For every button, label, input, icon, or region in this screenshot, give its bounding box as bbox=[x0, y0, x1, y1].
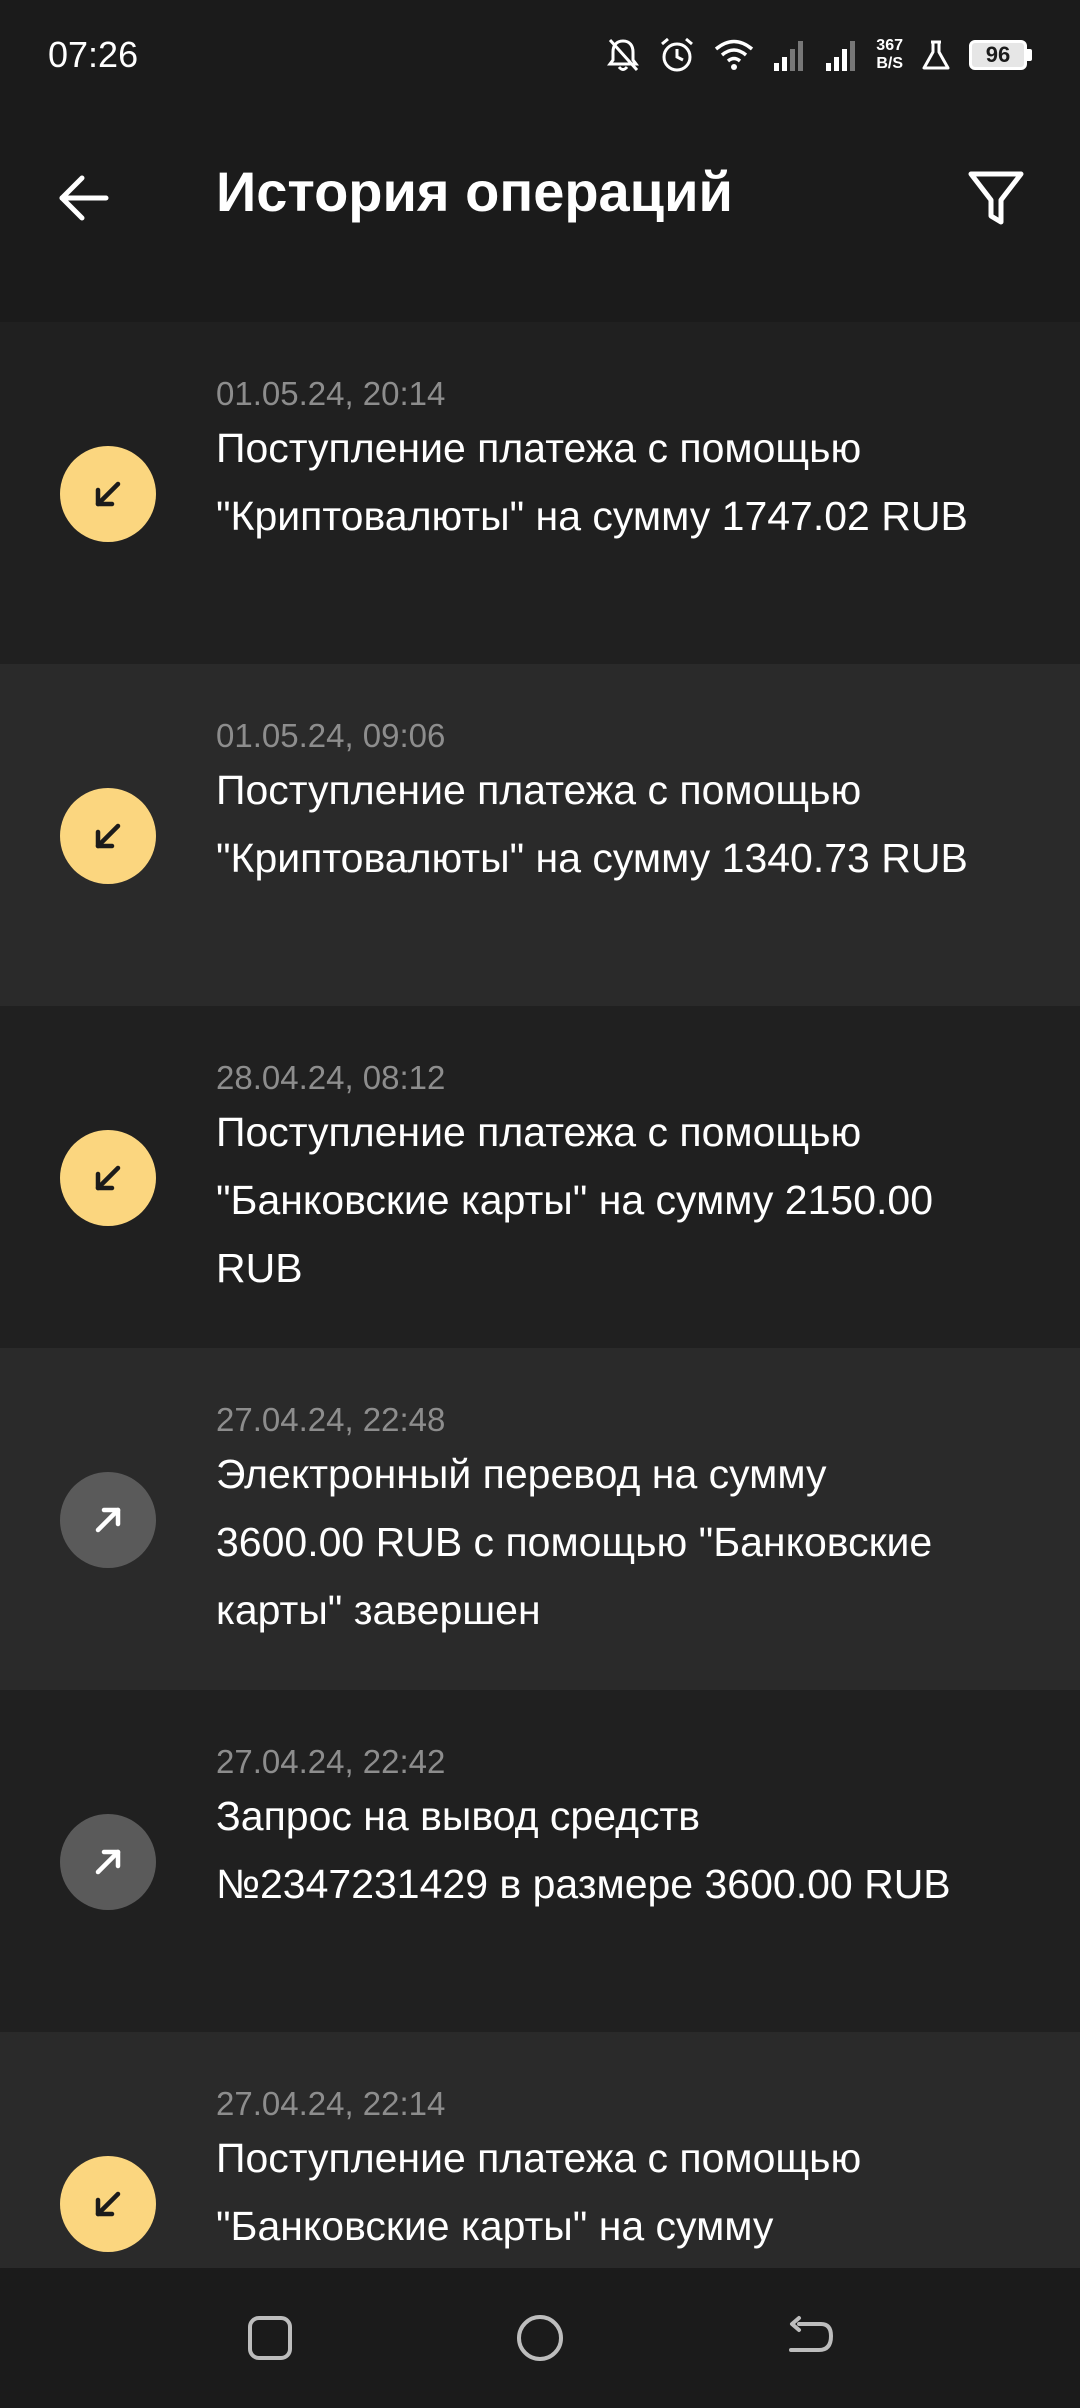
back-arrow-icon bbox=[789, 2316, 834, 2352]
operation-description: Электронный перевод на сумму 3600.00 RUB… bbox=[216, 1451, 933, 1633]
operation-description: Поступление платежа с помощью "Банковски… bbox=[216, 2135, 862, 2249]
incoming-arrow-icon bbox=[60, 2156, 156, 2252]
operation-date: 28.04.24, 08:12 bbox=[216, 1059, 446, 1096]
operation-item[interactable]: 01.05.24, 09:06 Поступление платежа с пом… bbox=[0, 664, 1080, 1006]
filter-button[interactable] bbox=[948, 150, 1044, 246]
circle-icon bbox=[517, 2315, 563, 2361]
alarm-icon bbox=[658, 36, 696, 74]
operation-date: 27.04.24, 22:48 bbox=[216, 1401, 446, 1438]
net-speed-indicator: 367 B/S bbox=[876, 37, 903, 73]
outgoing-arrow-icon bbox=[60, 1814, 156, 1910]
operation-item[interactable]: 27.04.24, 22:48 Электронный перевод на су… bbox=[0, 1348, 1080, 1690]
operation-description: Запрос на вывод средств №2347231429 в ра… bbox=[216, 1793, 951, 1907]
nav-back-button[interactable] bbox=[762, 2290, 858, 2386]
incoming-arrow-icon bbox=[60, 1130, 156, 1226]
operation-date: 01.05.24, 20:14 bbox=[216, 375, 446, 412]
incoming-arrow-icon bbox=[60, 446, 156, 542]
status-bar: 07:26 367 B/S 96 bbox=[0, 0, 1080, 110]
operation-item[interactable]: 27.04.24, 22:14 Поступление платежа с пом… bbox=[0, 2032, 1080, 2268]
signal-icon bbox=[772, 39, 806, 71]
system-nav-bar bbox=[0, 2268, 1080, 2408]
arrow-left-icon bbox=[59, 175, 109, 221]
lab-icon bbox=[921, 39, 951, 71]
wifi-icon bbox=[714, 39, 754, 71]
incoming-arrow-icon bbox=[60, 788, 156, 884]
status-time: 07:26 bbox=[48, 34, 139, 75]
battery-icon: 96 bbox=[969, 40, 1032, 70]
operation-item[interactable]: 28.04.24, 08:12 Поступление платежа с пом… bbox=[0, 1006, 1080, 1348]
net-speed-unit: B/S bbox=[876, 55, 903, 72]
operation-date: 27.04.24, 22:42 bbox=[216, 1743, 446, 1780]
app-header: История операций bbox=[0, 110, 1080, 280]
operation-item[interactable]: 27.04.24, 22:42 Запрос на вывод средств №… bbox=[0, 1690, 1080, 2032]
operation-date: 01.05.24, 09:06 bbox=[216, 717, 446, 754]
operation-date: 27.04.24, 22:14 bbox=[216, 2085, 446, 2122]
net-speed-value: 367 bbox=[876, 37, 903, 54]
status-icons: 367 B/S 96 bbox=[606, 36, 1032, 74]
home-button[interactable] bbox=[492, 2290, 588, 2386]
operations-list[interactable]: 01.05.24, 20:14 Поступление платежа с пом… bbox=[0, 322, 1080, 2268]
recents-button[interactable] bbox=[222, 2290, 318, 2386]
filter-icon bbox=[968, 171, 1024, 225]
bell-off-icon bbox=[606, 37, 640, 73]
square-icon bbox=[248, 2316, 292, 2360]
outgoing-arrow-icon bbox=[60, 1472, 156, 1568]
signal-icon bbox=[824, 39, 858, 71]
operation-item[interactable]: 01.05.24, 20:14 Поступление платежа с пом… bbox=[0, 322, 1080, 664]
operation-description: Поступление платежа с помощью "Банковски… bbox=[216, 1109, 933, 1291]
operation-description: Поступление платежа с помощью "Криптовал… bbox=[216, 425, 968, 539]
page-title: История операций bbox=[216, 160, 733, 223]
back-button[interactable] bbox=[36, 150, 132, 246]
battery-level: 96 bbox=[969, 40, 1027, 70]
operation-description: Поступление платежа с помощью "Криптовал… bbox=[216, 767, 968, 881]
